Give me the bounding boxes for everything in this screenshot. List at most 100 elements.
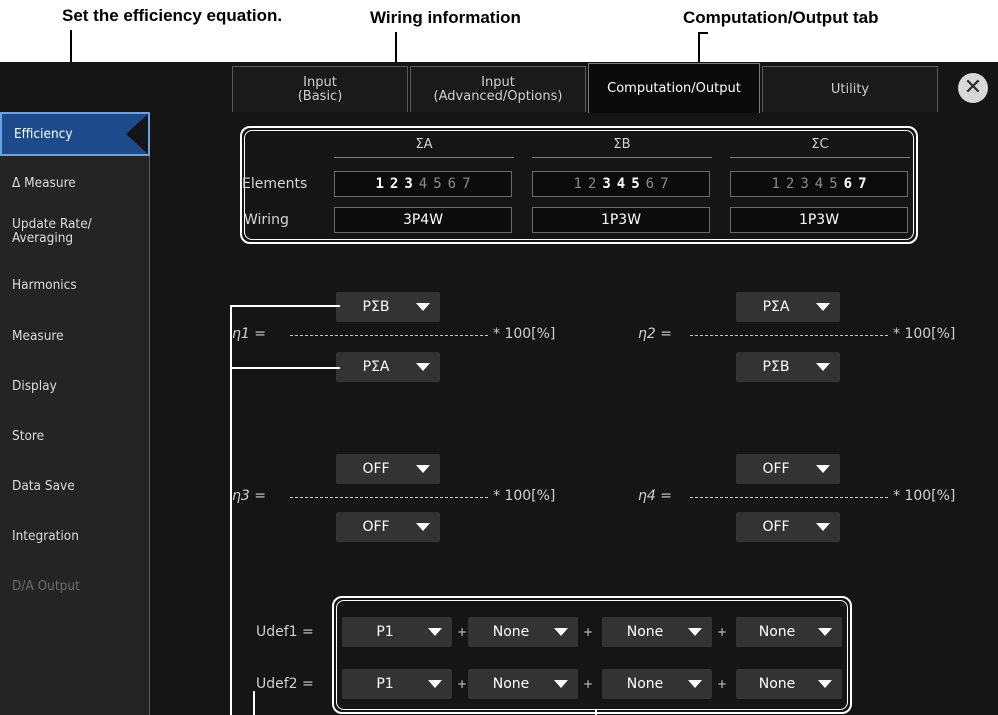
dropdown-value: PΣB <box>362 299 390 315</box>
element-number: 4 <box>814 176 824 192</box>
callout-line-eta1-numerator <box>230 305 340 307</box>
sidebar-item-harmonics[interactable]: Harmonics <box>0 278 150 292</box>
udef1-term1-dropdown[interactable]: P1 <box>342 617 452 647</box>
dropdown-value: P1 <box>376 676 394 692</box>
callout-line-udef-label <box>253 691 255 715</box>
dropdown-value: PΣB <box>762 359 790 375</box>
dropdown-value: PΣA <box>362 359 390 375</box>
callout-tab: Computation/Output tab <box>683 8 879 27</box>
element-number: 4 <box>418 176 428 192</box>
tab-computation-output[interactable]: Computation/Output <box>588 63 760 113</box>
element-number: 5 <box>631 176 640 192</box>
sidebar: Efficiency Δ Measure Update Rate/ Averag… <box>0 112 150 715</box>
tab-input-basic[interactable]: Input (Basic) <box>232 66 408 112</box>
group-header-line-c <box>730 157 910 158</box>
eta1-fraction-line <box>290 335 488 336</box>
sidebar-item-delta-measure[interactable]: Δ Measure <box>0 176 150 190</box>
sidebar-item-data-save[interactable]: Data Save <box>0 479 150 493</box>
plus-sign: + <box>457 677 468 691</box>
dropdown-value: None <box>758 676 796 692</box>
eta1-denominator-dropdown[interactable]: PΣA <box>336 352 440 382</box>
elements-box-sigma-b: 1234567 <box>532 171 710 197</box>
group-header-sigma-b: ΣB <box>613 137 631 152</box>
element-number: 4 <box>616 176 626 192</box>
callout-efficiency-equation: Set the efficiency equation. <box>62 6 283 25</box>
callout-line-eta1-denominator <box>230 367 340 369</box>
dropdown-value: None <box>626 676 664 692</box>
dropdown-value: OFF <box>362 461 390 477</box>
efficiency-settings-panel: ΣA ΣB ΣC Elements Wiring 1234567 1234567… <box>150 112 998 715</box>
udef1-label: Udef1 = <box>256 624 314 640</box>
udef2-term4-dropdown[interactable]: None <box>736 669 842 699</box>
eta2-numerator-dropdown[interactable]: PΣA <box>736 292 840 322</box>
eta2-multiplier: * 100[%] <box>893 326 956 342</box>
udef1-term3-dropdown[interactable]: None <box>602 617 712 647</box>
elements-box-sigma-a: 1234567 <box>334 171 512 197</box>
plus-sign: + <box>457 625 468 639</box>
wiring-value-sigma-c: 1P3W <box>730 207 908 233</box>
dropdown-value: None <box>492 624 530 640</box>
udef2-term3-dropdown[interactable]: None <box>602 669 712 699</box>
eta1-numerator-dropdown[interactable]: PΣB <box>336 292 440 322</box>
dropdown-value: PΣA <box>762 299 790 315</box>
eta2-denominator-dropdown[interactable]: PΣB <box>736 352 840 382</box>
udef2-term2-dropdown[interactable]: None <box>468 669 578 699</box>
eta4-fraction-line <box>690 497 888 498</box>
eta1-multiplier: * 100[%] <box>493 326 556 342</box>
tab-utility[interactable]: Utility <box>762 66 938 112</box>
plus-sign: + <box>717 677 728 691</box>
sidebar-item-efficiency[interactable]: Efficiency <box>0 112 150 156</box>
sidebar-item-store[interactable]: Store <box>0 429 150 443</box>
eta3-multiplier: * 100[%] <box>493 488 556 504</box>
dropdown-value: None <box>492 676 530 692</box>
chevron-down-icon <box>428 628 442 636</box>
element-number: 1 <box>573 176 582 192</box>
chevron-down-icon <box>554 628 568 636</box>
sidebar-item-update-rate[interactable]: Update Rate/ Averaging <box>0 217 150 245</box>
element-number: 1 <box>375 176 384 192</box>
udef2-term1-dropdown[interactable]: P1 <box>342 669 452 699</box>
eta3-label: η3 = <box>232 488 266 504</box>
chevron-down-icon <box>416 465 430 473</box>
eta4-label: η4 = <box>638 488 672 504</box>
eta3-denominator-dropdown[interactable]: OFF <box>336 512 440 542</box>
elements-box-sigma-c: 1234567 <box>730 171 908 197</box>
dropdown-value: None <box>626 624 664 640</box>
element-number: 5 <box>433 176 442 192</box>
sidebar-item-measure[interactable]: Measure <box>0 329 150 343</box>
sidebar-item-label: Efficiency <box>14 126 73 142</box>
element-number: 6 <box>645 176 655 192</box>
wiring-value-sigma-a: 3P4W <box>334 207 512 233</box>
udef1-term4-dropdown[interactable]: None <box>736 617 842 647</box>
chevron-down-icon <box>688 680 702 688</box>
chevron-down-icon <box>416 303 430 311</box>
plus-sign: + <box>583 677 594 691</box>
callout-wiring-info: Wiring information <box>370 8 521 27</box>
sidebar-item-display[interactable]: Display <box>0 379 150 393</box>
chevron-down-icon <box>818 680 832 688</box>
element-number: 2 <box>587 176 597 192</box>
sidebar-item-integration[interactable]: Integration <box>0 529 150 543</box>
tab-input-advanced[interactable]: Input (Advanced/Options) <box>410 66 586 112</box>
chevron-down-icon <box>688 628 702 636</box>
element-number: 2 <box>389 176 399 192</box>
dropdown-value: OFF <box>762 519 790 535</box>
element-number: 5 <box>829 176 838 192</box>
group-header-sigma-c: ΣC <box>811 137 829 152</box>
udef1-term2-dropdown[interactable]: None <box>468 617 578 647</box>
eta4-denominator-dropdown[interactable]: OFF <box>736 512 840 542</box>
eta2-fraction-line <box>690 335 888 336</box>
eta4-numerator-dropdown[interactable]: OFF <box>736 454 840 484</box>
chevron-down-icon <box>816 523 830 531</box>
eta3-numerator-dropdown[interactable]: OFF <box>336 454 440 484</box>
sidebar-item-da-output: D/A Output <box>12 578 80 594</box>
chevron-down-icon <box>816 363 830 371</box>
eta4-multiplier: * 100[%] <box>893 488 956 504</box>
udef2-label: Udef2 = <box>256 676 314 692</box>
element-number: 3 <box>404 176 413 192</box>
chevron-down-icon <box>416 363 430 371</box>
eta3-fraction-line <box>290 497 488 498</box>
element-number: 3 <box>602 176 611 192</box>
eta1-label: η1 = <box>232 326 266 342</box>
close-icon[interactable]: ✕ <box>958 73 988 103</box>
